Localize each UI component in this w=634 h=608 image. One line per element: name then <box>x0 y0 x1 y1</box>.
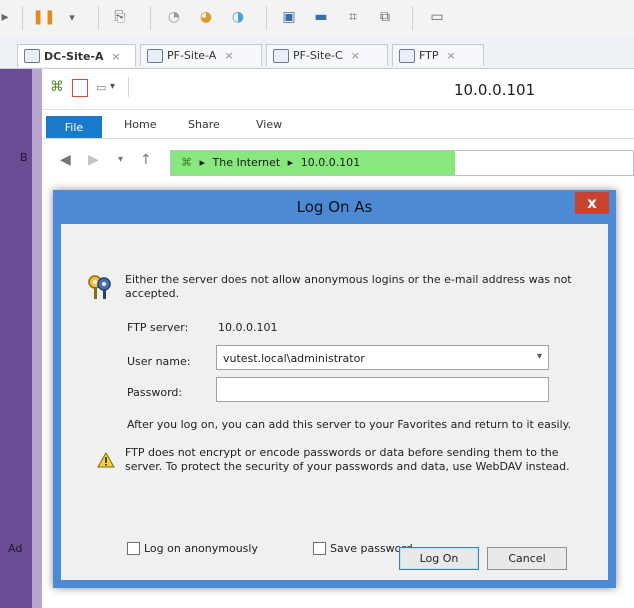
close-icon[interactable]: × <box>447 49 456 62</box>
toolbar-edge-icon: ▸ <box>1 9 9 25</box>
password-label: Password: <box>127 386 183 399</box>
tab-label: FTP <box>419 49 439 62</box>
vm-icon <box>147 48 163 63</box>
save-password-checkbox[interactable] <box>313 542 326 555</box>
address-bar[interactable]: ⌘ ▸ The Internet ▸ 10.0.0.101 <box>170 150 634 176</box>
breadcrumb-host[interactable]: 10.0.0.101 <box>301 156 360 169</box>
chevron-down-icon[interactable]: ▾ <box>66 7 78 27</box>
revert-snapshot-icon[interactable]: ◕ <box>196 7 216 27</box>
ribbon-tabs: File Home Share View <box>42 110 634 139</box>
vm-icon <box>24 49 40 63</box>
thumbnail-view-icon[interactable]: ▭ <box>426 7 448 27</box>
logon-dialog: Log On As x Either the server does not a… <box>53 190 616 588</box>
chevron-down-icon[interactable]: ▾ <box>537 351 542 362</box>
keys-icon <box>88 275 111 299</box>
vm-toolbar: ▸ ❚❚ ▾ ⎘ ◔ ◕ ◑ ▣ ▬ ⌗ ⧉ ▭ <box>0 0 634 37</box>
username-field[interactable]: vutest.local\administrator ▾ <box>216 345 549 370</box>
tab-home[interactable]: Home <box>124 118 156 131</box>
forward-icon[interactable]: ▶ <box>88 152 99 168</box>
tab-pf-site-a[interactable]: PF-Site-A × <box>140 44 262 66</box>
ftp-server-value: 10.0.0.101 <box>218 321 278 334</box>
network-folder-icon: ⌘ <box>50 79 64 95</box>
ftp-server-label: FTP server: <box>127 321 189 334</box>
security-warning: FTP does not encrypt or encode passwords… <box>125 446 570 473</box>
address-path: ⌘ ▸ The Internet ▸ 10.0.0.101 <box>181 156 360 169</box>
back-icon[interactable]: ◀ <box>60 152 71 168</box>
multi-monitor-icon[interactable]: ⧉ <box>374 7 396 27</box>
tab-dc-site-a[interactable]: DC-Site-A × <box>17 44 136 67</box>
password-field[interactable] <box>216 377 549 402</box>
tab-ftp[interactable]: FTP × <box>392 44 484 66</box>
vm-icon <box>273 48 289 63</box>
toolbar-separator <box>412 6 413 30</box>
toolbar-separator <box>266 6 267 30</box>
close-icon[interactable]: × <box>224 49 233 62</box>
toolbar-separator <box>150 6 151 30</box>
close-icon[interactable]: × <box>351 49 360 62</box>
username-value: vutest.local\administrator <box>223 352 365 365</box>
logon-anonymously-checkbox[interactable] <box>127 542 140 555</box>
vm-icon <box>399 48 415 63</box>
close-button[interactable]: x <box>575 192 609 214</box>
close-icon[interactable]: × <box>112 50 121 63</box>
network-icon: ⌘ <box>181 156 192 169</box>
desktop-label-ad: Ad <box>8 542 23 555</box>
console-view-icon[interactable]: ▣ <box>278 7 300 27</box>
dialog-message: Either the server does not allow anonymo… <box>125 273 572 300</box>
pause-icon[interactable]: ❚❚ <box>30 7 58 27</box>
favorites-note: After you log on, you can add this serve… <box>127 418 572 431</box>
send-ctrl-alt-del-icon[interactable]: ⎘ <box>110 7 130 27</box>
explorer-titlebar: ⌘ ▭ ▾ 10.0.0.101 <box>42 69 634 110</box>
tab-file[interactable]: File <box>46 116 102 138</box>
toolbar-separator <box>98 6 99 30</box>
breadcrumb-arrow: ▸ <box>199 156 206 169</box>
breadcrumb-internet[interactable]: The Internet <box>213 156 281 169</box>
window-title: 10.0.0.101 <box>454 81 536 99</box>
up-icon[interactable]: ↑ <box>140 152 152 168</box>
properties-icon[interactable] <box>72 79 88 97</box>
chevron-down-icon[interactable]: ▾ <box>110 81 115 92</box>
titlebar-separator <box>128 77 129 97</box>
fullscreen-icon[interactable]: ⌗ <box>342 7 364 27</box>
tab-pf-site-c[interactable]: PF-Site-C × <box>266 44 388 66</box>
new-folder-icon[interactable]: ▭ <box>96 81 106 94</box>
tab-share[interactable]: Share <box>188 118 220 131</box>
unity-view-icon[interactable]: ▬ <box>310 7 332 27</box>
warning-icon <box>97 452 115 468</box>
logon-button[interactable]: Log On <box>399 547 479 570</box>
tab-view[interactable]: View <box>256 118 282 131</box>
cancel-button[interactable]: Cancel <box>487 547 567 570</box>
tab-label: PF-Site-C <box>293 49 343 62</box>
navigation-bar: ◀ ▶ ▾ ↑ ⌘ ▸ The Internet ▸ 10.0.0.101 <box>42 140 634 180</box>
breadcrumb-arrow: ▸ <box>287 156 294 169</box>
window-border <box>32 69 42 608</box>
desktop-label-b: B <box>20 151 28 164</box>
tab-label: DC-Site-A <box>44 49 104 63</box>
username-label: User name: <box>127 355 191 368</box>
tab-label: PF-Site-A <box>167 49 217 62</box>
vm-tab-strip: DC-Site-A × PF-Site-A × PF-Site-C × FTP … <box>0 36 634 69</box>
guest-desktop-edge: B Ad <box>0 69 32 608</box>
dialog-body: Either the server does not allow anonymo… <box>61 224 608 580</box>
toolbar-separator <box>22 6 23 30</box>
snapshot-manager-icon[interactable]: ◑ <box>228 7 248 27</box>
recent-locations-icon[interactable]: ▾ <box>118 154 123 165</box>
dialog-title: Log On As <box>296 198 373 216</box>
snapshot-icon[interactable]: ◔ <box>164 7 184 27</box>
logon-anonymously-label[interactable]: Log on anonymously <box>144 542 258 555</box>
